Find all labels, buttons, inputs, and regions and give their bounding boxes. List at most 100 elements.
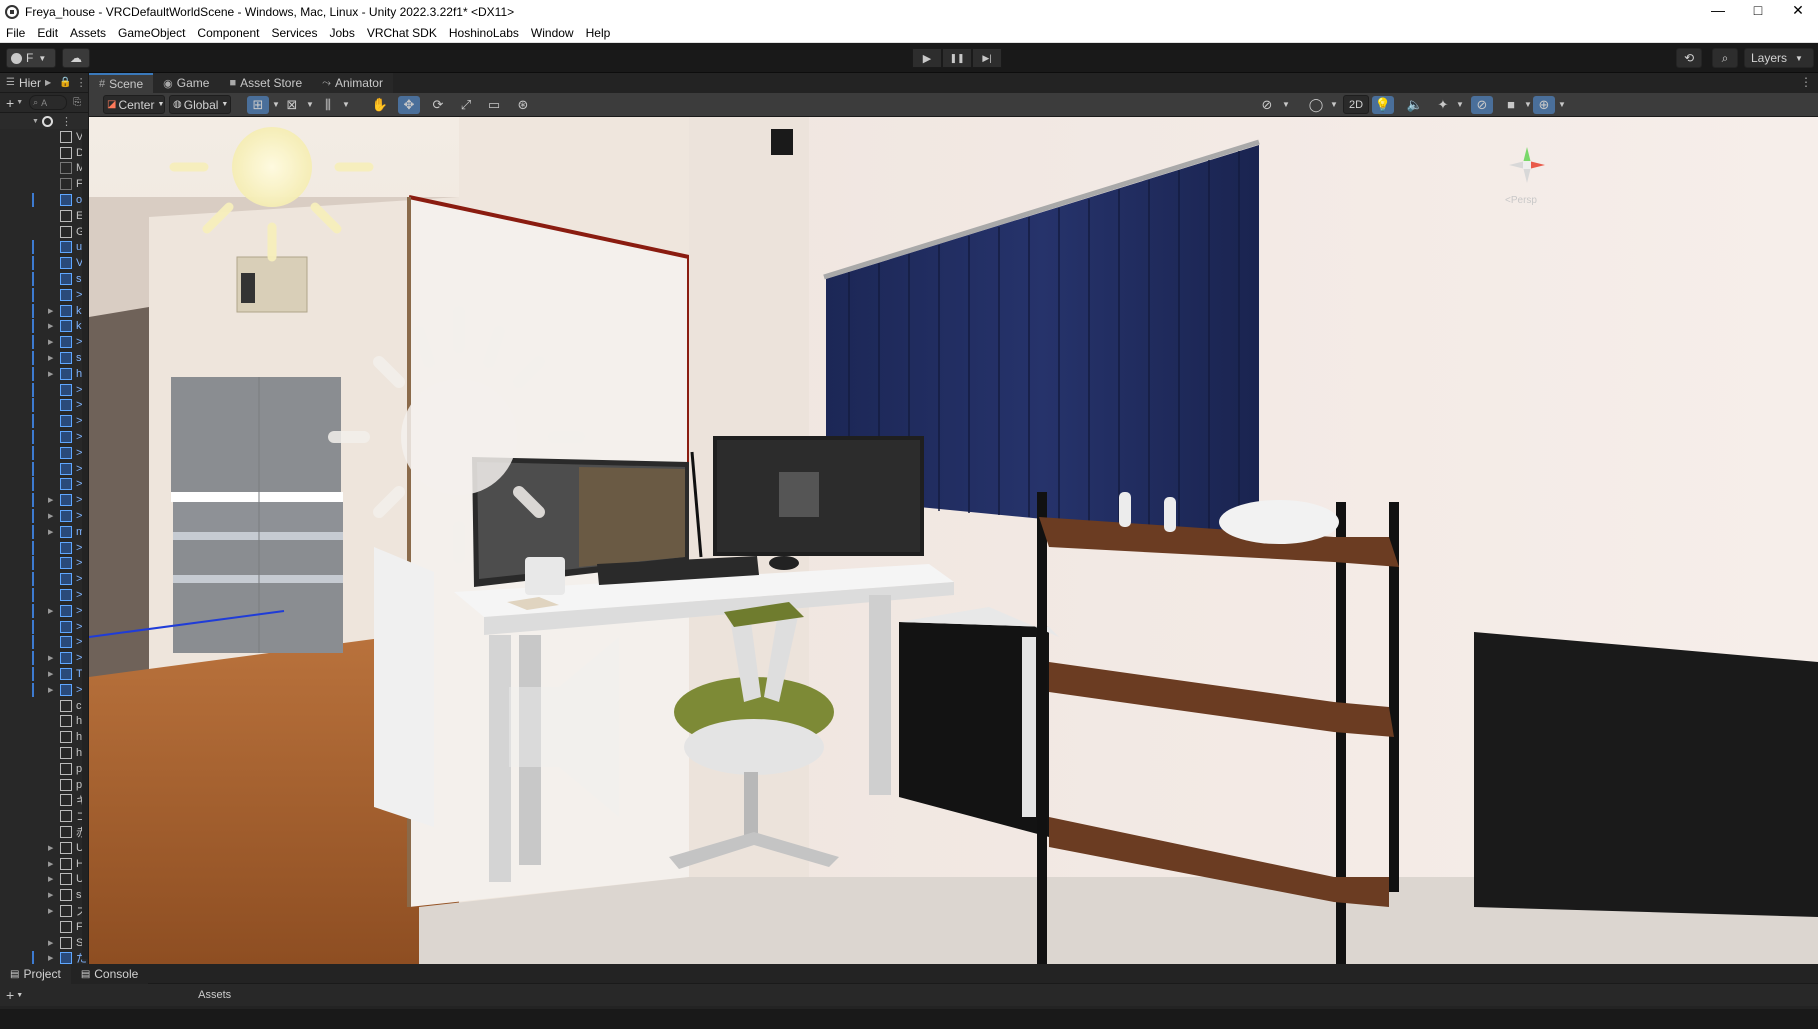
hierarchy-row[interactable]: p — [0, 761, 89, 777]
hand-tool-icon[interactable]: ✋ — [369, 96, 391, 114]
hierarchy-row[interactable]: > — [0, 398, 89, 414]
step-button[interactable]: ▶| — [972, 48, 1002, 68]
hierarchy-row[interactable]: V — [0, 255, 89, 271]
hierarchy-row[interactable]: > — [0, 477, 89, 493]
move-tool-icon[interactable]: ✥ — [398, 96, 420, 114]
hierarchy-row[interactable]: ▶ U — [0, 840, 89, 856]
add-object-button[interactable]: + — [6, 95, 14, 111]
tab-scene[interactable]: # Scene — [89, 73, 154, 93]
chevron-down-icon[interactable]: ▼ — [335, 96, 357, 114]
hierarchy-row[interactable]: c — [0, 698, 89, 714]
close-button[interactable]: ✕ — [1778, 0, 1818, 23]
account-dropdown[interactable]: F ▼ — [6, 48, 56, 68]
hierarchy-row[interactable]: ▶ H — [0, 856, 89, 872]
chevron-down-icon[interactable]: ▼ — [1275, 96, 1297, 114]
hierarchy-row[interactable]: > — [0, 429, 89, 445]
hierarchy-row[interactable]: D — [0, 145, 89, 161]
tab-project[interactable]: ▤ Project — [0, 964, 71, 984]
menu-item-help[interactable]: Help — [580, 23, 617, 43]
hierarchy-row[interactable]: ▶ > — [0, 492, 89, 508]
hierarchy-row[interactable]: E — [0, 208, 89, 224]
tab-animator[interactable]: ⤳ Animator — [312, 73, 393, 93]
hierarchy-row[interactable]: ▶ U — [0, 871, 89, 887]
hierarchy-row[interactable]: o — [0, 192, 89, 208]
hierarchy-row[interactable]: ▶ > — [0, 682, 89, 698]
filter-icon[interactable]: ⎘ — [73, 97, 81, 108]
menu-item-hoshinolabs[interactable]: HoshinoLabs — [443, 23, 525, 43]
tab-hierarchy[interactable]: Hier — [15, 76, 41, 90]
space-dropdown[interactable]: ◍ Global ▼ — [169, 95, 231, 114]
cloud-button[interactable]: ☁ — [62, 48, 90, 68]
hierarchy-row[interactable]: > — [0, 413, 89, 429]
audio-toggle-icon[interactable]: 🔈 — [1404, 96, 1426, 114]
hierarchy-row[interactable]: p — [0, 777, 89, 793]
hierarchy-row[interactable]: h — [0, 713, 89, 729]
chevron-down-icon[interactable]: ▼ — [1449, 96, 1471, 114]
scene-root-row[interactable]: ▼ ⋮ — [0, 113, 88, 129]
expand-arrow-icon[interactable]: ▶ — [48, 370, 53, 378]
hierarchy-row[interactable]: 赤 — [0, 824, 89, 840]
hierarchy-row[interactable]: u — [0, 240, 89, 256]
expand-arrow-icon[interactable]: ▶ — [48, 322, 53, 330]
hierarchy-row[interactable]: > — [0, 382, 89, 398]
hierarchy-row[interactable]: > — [0, 445, 89, 461]
hierarchy-row[interactable]: ▶ m — [0, 524, 89, 540]
chevron-down-icon[interactable]: ▼ — [16, 992, 23, 999]
expand-arrow-icon[interactable]: ▶ — [48, 860, 53, 868]
hierarchy-row[interactable]: ▶ス — [0, 903, 89, 919]
pause-button[interactable]: ❚❚ — [942, 48, 972, 68]
expand-arrow-icon[interactable]: ▶ — [48, 891, 53, 899]
menu-item-edit[interactable]: Edit — [31, 23, 64, 43]
hierarchy-row[interactable]: キ — [0, 792, 89, 808]
menu-item-component[interactable]: Component — [191, 23, 265, 43]
expand-arrow-icon[interactable]: ▶ — [48, 354, 53, 362]
more-options-icon[interactable]: ⋮ — [1800, 75, 1812, 89]
hierarchy-row[interactable]: > — [0, 587, 89, 603]
chevron-down-icon[interactable]: ▼ — [1551, 96, 1573, 114]
lighting-toggle-icon[interactable]: 💡 — [1372, 96, 1394, 114]
history-button[interactable]: ⟲ — [1676, 48, 1702, 68]
expand-arrow-icon[interactable]: ▶ — [48, 954, 53, 962]
rect-tool-icon[interactable]: ▭ — [483, 96, 505, 114]
tab-asset-store[interactable]: ■ Asset Store — [219, 73, 313, 93]
expand-arrow-icon[interactable]: ▶ — [48, 654, 53, 662]
hierarchy-row[interactable]: ▶ > — [0, 508, 89, 524]
scale-tool-icon[interactable]: ⤢ — [455, 96, 477, 114]
hierarchy-row[interactable]: h — [0, 745, 89, 761]
hierarchy-row[interactable]: > — [0, 540, 89, 556]
hierarchy-row[interactable]: V — [0, 129, 89, 145]
more-options-icon[interactable]: ⋮ — [61, 115, 72, 128]
hierarchy-row[interactable]: > — [0, 635, 89, 651]
play-button[interactable]: ▶ — [912, 48, 942, 68]
scene-viewport[interactable]: <Persp — [89, 117, 1818, 964]
layers-dropdown[interactable]: Layers ▼ — [1744, 48, 1814, 68]
hierarchy-row[interactable]: ▶ > — [0, 334, 89, 350]
hierarchy-row[interactable]: > — [0, 619, 89, 635]
hierarchy-row[interactable]: > — [0, 571, 89, 587]
expand-arrow-icon[interactable]: ▶ — [48, 528, 53, 536]
menu-item-gameobject[interactable]: GameObject — [112, 23, 191, 43]
hierarchy-row[interactable]: ▶ k — [0, 319, 89, 335]
hierarchy-row[interactable]: ▶ s — [0, 887, 89, 903]
expand-arrow-icon[interactable]: ▶ — [48, 512, 53, 520]
hierarchy-search-input[interactable]: ⌕ A — [29, 95, 68, 110]
hierarchy-row[interactable]: コ — [0, 808, 89, 824]
add-asset-button[interactable]: + — [6, 987, 14, 1003]
expand-arrow-icon[interactable]: ▶ — [48, 875, 53, 883]
hierarchy-row[interactable]: ▶ h — [0, 366, 89, 382]
expand-arrow-icon[interactable]: ▶ — [48, 939, 53, 947]
expand-arrow-icon[interactable]: ▶ — [48, 338, 53, 346]
expand-arrow-icon[interactable]: ▶ — [48, 607, 53, 615]
hierarchy-row[interactable]: > — [0, 287, 89, 303]
hierarchy-row[interactable]: ▶ s — [0, 350, 89, 366]
hierarchy-row[interactable]: G — [0, 224, 89, 240]
hierarchy-row[interactable]: F — [0, 919, 89, 935]
chevron-down-icon[interactable]: ▼ — [1323, 96, 1345, 114]
hierarchy-row[interactable]: s — [0, 271, 89, 287]
minimize-button[interactable]: — — [1698, 0, 1738, 23]
orientation-gizmo[interactable]: <Persp — [1499, 137, 1555, 206]
pivot-dropdown[interactable]: ◪ Center ▼ — [103, 95, 165, 114]
expand-arrow-icon[interactable]: ▶ — [48, 670, 53, 678]
hierarchy-scrollbar[interactable] — [82, 129, 88, 959]
menu-item-file[interactable]: File — [0, 23, 31, 43]
